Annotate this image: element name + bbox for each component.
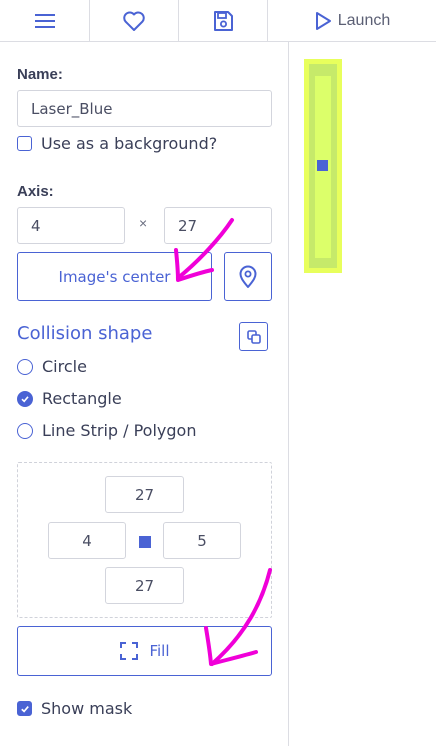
shape-option-polygon[interactable]: Line Strip / Polygon <box>17 421 196 440</box>
properties-panel: Name: Laser_Blue Use as a background? Ax… <box>0 42 289 746</box>
show-mask-toggle[interactable]: Show mask <box>17 699 132 718</box>
sprite-preview <box>290 42 436 746</box>
hamburger-menu-icon <box>34 13 55 28</box>
image-center-label: Image's center <box>58 267 171 286</box>
radio-circle[interactable] <box>17 358 33 375</box>
shape-option-circle[interactable]: Circle <box>17 357 87 376</box>
show-mask-checkbox[interactable] <box>17 701 32 716</box>
favorite-button[interactable] <box>90 0 179 41</box>
background-toggle[interactable]: Use as a background? <box>17 134 217 153</box>
play-triangle-icon <box>315 11 331 30</box>
heart-icon <box>123 11 145 31</box>
radio-rectangle[interactable] <box>17 390 33 407</box>
offset-right-input[interactable]: 5 <box>163 522 241 559</box>
shape-label: Rectangle <box>42 389 122 408</box>
radio-polygon[interactable] <box>17 422 33 439</box>
background-checkbox[interactable] <box>17 136 32 151</box>
fill-button[interactable]: Fill <box>17 626 272 676</box>
expand-corners-icon <box>120 642 139 660</box>
checkmark-icon <box>20 705 29 713</box>
shape-label: Circle <box>42 357 87 376</box>
shape-label: Line Strip / Polygon <box>42 421 197 440</box>
fill-label: Fill <box>149 642 170 660</box>
name-input[interactable]: Laser_Blue <box>17 90 272 127</box>
launch-button[interactable]: Launch <box>268 0 436 41</box>
offset-left-input[interactable]: 4 <box>48 522 126 559</box>
map-pin-icon <box>239 265 257 288</box>
show-mask-label: Show mask <box>41 699 133 718</box>
offset-center-marker <box>139 536 151 548</box>
copy-icon <box>246 329 261 344</box>
copy-button[interactable] <box>239 322 268 351</box>
shape-option-rectangle[interactable]: Rectangle <box>17 389 122 408</box>
axis-separator: × <box>139 215 148 231</box>
save-button[interactable] <box>179 0 268 41</box>
name-label: Name: <box>17 66 63 83</box>
axis-y-input[interactable]: 27 <box>164 207 272 244</box>
pin-button[interactable] <box>224 252 272 301</box>
axis-label: Axis: <box>17 183 54 200</box>
top-toolbar: Launch <box>0 0 436 42</box>
launch-label: Launch <box>337 11 391 29</box>
checkmark-icon <box>21 395 29 402</box>
image-center-button[interactable]: Image's center <box>17 252 212 301</box>
collision-shape-title: Collision shape <box>17 323 153 344</box>
axis-point-handle[interactable] <box>317 160 328 171</box>
offset-top-input[interactable]: 27 <box>105 476 184 513</box>
offset-bottom-input[interactable]: 27 <box>105 567 184 604</box>
background-label: Use as a background? <box>41 134 218 153</box>
axis-x-input[interactable]: 4 <box>17 207 125 244</box>
menu-button[interactable] <box>0 0 90 41</box>
floppy-disk-icon <box>214 10 233 31</box>
